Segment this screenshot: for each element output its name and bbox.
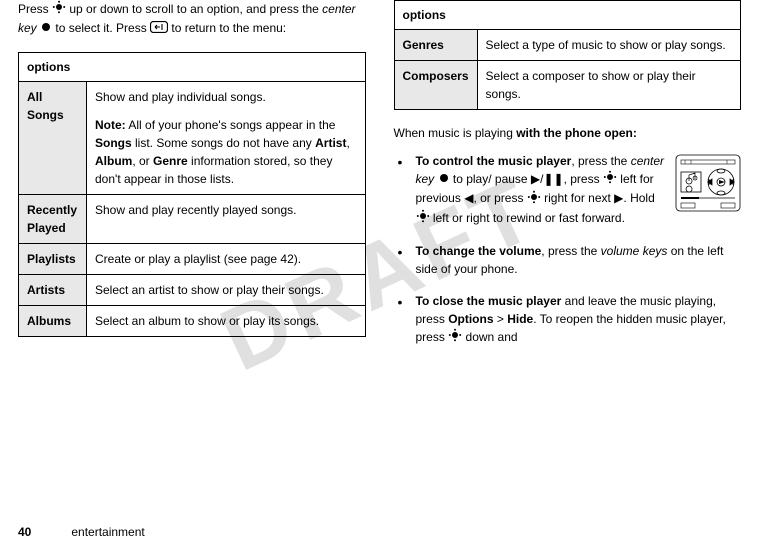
bullet-list: To control the music player, press the c… bbox=[394, 152, 742, 347]
playing-prefix: When music is playing bbox=[394, 126, 517, 140]
all-songs-note: Note: All of your phone's songs appear i… bbox=[95, 116, 357, 188]
intro-mid1: up or down to scroll to an option, and p… bbox=[66, 2, 322, 16]
row-label: Genres bbox=[394, 30, 477, 61]
row-desc: Create or play a playlist (see page 42). bbox=[87, 244, 366, 275]
b1-t5: , or press bbox=[473, 191, 526, 205]
note-label: Note: bbox=[95, 118, 126, 132]
page-footer: 40 entertainment bbox=[18, 523, 145, 541]
back-key-icon bbox=[150, 20, 168, 38]
table-row: All Songs Show and play individual songs… bbox=[19, 82, 366, 195]
b3-hide: Hide bbox=[507, 312, 533, 326]
nav-4way-icon bbox=[448, 328, 462, 347]
row-label: Albums bbox=[19, 306, 87, 337]
row-label: Playlists bbox=[19, 244, 87, 275]
options-header-2: options bbox=[394, 1, 741, 30]
note-p1: All of your phone's songs appear in the bbox=[126, 118, 336, 132]
b3-t3: down and bbox=[462, 330, 517, 344]
row-label: Recently Played bbox=[19, 195, 87, 244]
b1-t6: right for next bbox=[541, 191, 614, 205]
table-row: Recently Played Show and play recently p… bbox=[19, 195, 366, 244]
b1-bold: To control the music player bbox=[416, 154, 572, 168]
note-p2: list. Some songs do not have any bbox=[132, 136, 315, 150]
b2-bold: To change the volume bbox=[416, 244, 542, 258]
row-desc: Select a composer to show or play their … bbox=[477, 61, 740, 110]
row-label: Composers bbox=[394, 61, 477, 110]
table-row: Playlists Create or play a playlist (see… bbox=[19, 244, 366, 275]
nav-4way-icon bbox=[603, 170, 617, 189]
b1-t2: to play/ pause bbox=[450, 172, 531, 186]
list-item: To control the music player, press the c… bbox=[416, 152, 742, 228]
intro-paragraph: Press up or down to scroll to an option,… bbox=[18, 0, 366, 38]
nav-4way-icon bbox=[527, 190, 541, 209]
b2-t1: , press the bbox=[541, 244, 600, 258]
row-desc: Show and play recently played songs. bbox=[87, 195, 366, 244]
b3-gt: > bbox=[494, 312, 508, 326]
b3-options: Options bbox=[448, 312, 493, 326]
options-table-2: options Genres Select a type of music to… bbox=[394, 0, 742, 110]
row-label: Artists bbox=[19, 275, 87, 306]
list-item: To close the music player and leave the … bbox=[416, 292, 742, 347]
nav-4way-icon bbox=[416, 209, 430, 228]
center-key-icon bbox=[438, 171, 450, 189]
right-column: options Genres Select a type of music to… bbox=[394, 0, 742, 361]
center-key-icon bbox=[40, 20, 52, 38]
intro-prefix: Press bbox=[18, 2, 52, 16]
note-songs: Songs bbox=[95, 136, 132, 150]
b3-bold: To close the music player bbox=[416, 294, 562, 308]
intro-mid2: to select it. Press bbox=[52, 21, 150, 35]
play-pause-icon: ▶/❚❚ bbox=[531, 172, 564, 186]
options-header-1: options bbox=[19, 53, 366, 82]
nav-4way-icon bbox=[52, 0, 66, 19]
note-c1: , bbox=[346, 136, 349, 150]
options-table-1: options All Songs Show and play individu… bbox=[18, 52, 366, 337]
section-name: entertainment bbox=[71, 525, 144, 539]
note-artist: Artist bbox=[315, 136, 346, 150]
playing-bold: with the phone open: bbox=[516, 126, 637, 140]
row-desc: Show and play individual songs. Note: Al… bbox=[87, 82, 366, 195]
b1-t3: , press bbox=[564, 172, 603, 186]
b2-volkeys: volume keys bbox=[601, 244, 668, 258]
row-label: All Songs bbox=[19, 82, 87, 195]
page-number: 40 bbox=[18, 525, 31, 539]
note-c2: , or bbox=[132, 154, 153, 168]
playing-header: When music is playing with the phone ope… bbox=[394, 124, 742, 142]
row-desc: Select an artist to show or play their s… bbox=[87, 275, 366, 306]
b1-t1: , press the bbox=[571, 154, 630, 168]
b1-t7: . Hold bbox=[623, 191, 654, 205]
music-player-illustration bbox=[675, 154, 741, 217]
table-row: Composers Select a composer to show or p… bbox=[394, 61, 741, 110]
note-album: Album bbox=[95, 154, 132, 168]
table-row: Artists Select an artist to show or play… bbox=[19, 275, 366, 306]
left-column: Press up or down to scroll to an option,… bbox=[18, 0, 366, 361]
table-row: Albums Select an album to show or play i… bbox=[19, 306, 366, 337]
intro-suffix: to return to the menu: bbox=[168, 21, 286, 35]
b1-t8: left or right to rewind or fast forward. bbox=[430, 211, 625, 225]
table-row: Genres Select a type of music to show or… bbox=[394, 30, 741, 61]
list-item: To change the volume, press the volume k… bbox=[416, 242, 742, 278]
row-desc: Select a type of music to show or play s… bbox=[477, 30, 740, 61]
note-genre: Genre bbox=[153, 154, 188, 168]
row-desc: Select an album to show or play its song… bbox=[87, 306, 366, 337]
row-desc-text: Show and play individual songs. bbox=[95, 90, 266, 104]
